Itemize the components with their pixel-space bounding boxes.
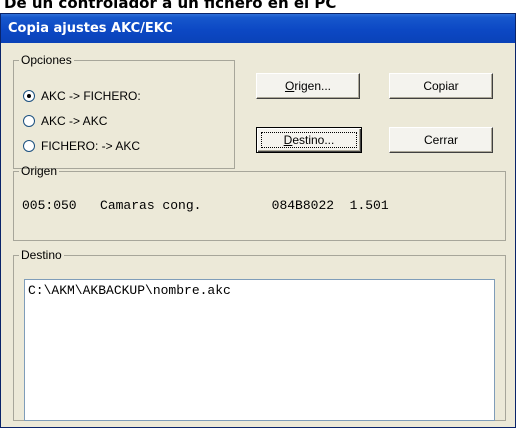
radio-label: AKC -> AKC [41, 114, 108, 128]
destino-button[interactable]: Destino... [256, 127, 362, 153]
opciones-group: Opciones AKC -> FICHERO: AKC -> AKC FICH… [13, 54, 235, 169]
opciones-legend: Opciones [21, 53, 72, 67]
radio-akc-to-fichero[interactable]: AKC -> FICHERO: [23, 88, 141, 104]
radio-akc-to-akc[interactable]: AKC -> AKC [23, 113, 107, 129]
copiar-button-label: Copiar [423, 79, 459, 93]
destino-legend: Destino [21, 248, 62, 262]
origen-label-rest: rigen... [294, 79, 332, 93]
origen-button[interactable]: Origen... [256, 73, 360, 99]
radio-button-icon[interactable] [23, 90, 35, 102]
radio-label: FICHERO: -> AKC [41, 139, 141, 153]
destino-path-input[interactable]: C:\AKM\AKBACKUP\nombre.akc [24, 279, 495, 421]
dialog-titlebar[interactable]: Copia ajustes AKC/EKC [1, 14, 515, 43]
origen-info-text: 005:050 Camaras cong. 084B8022 1.501 [22, 198, 389, 213]
cerrar-button[interactable]: Cerrar [389, 127, 493, 153]
cerrar-button-label: Cerrar [423, 133, 458, 147]
radio-button-icon[interactable] [23, 115, 35, 127]
dialog-title: Copia ajustes AKC/EKC [8, 21, 173, 36]
origen-mnemonic: O [284, 79, 295, 93]
origen-button-label: Origen... [285, 79, 331, 93]
origen-legend: Origen [21, 164, 58, 178]
dialog-window: Copia ajustes AKC/EKC Opciones AKC -> FI… [0, 13, 516, 428]
destino-group: Destino C:\AKM\AKBACKUP\nombre.akc [13, 249, 506, 421]
copiar-button[interactable]: Copiar [389, 73, 493, 99]
focus-ring [261, 132, 357, 148]
radio-selected-dot-icon [27, 94, 31, 98]
radio-label: AKC -> FICHERO: [41, 89, 141, 103]
origen-group: Origen 005:050 Camaras cong. 084B8022 1.… [13, 165, 506, 241]
radio-button-icon[interactable] [23, 140, 35, 152]
document-heading: De un controlador a un fichero en el PC [4, 0, 337, 12]
radio-fichero-to-akc[interactable]: FICHERO: -> AKC [23, 138, 140, 154]
